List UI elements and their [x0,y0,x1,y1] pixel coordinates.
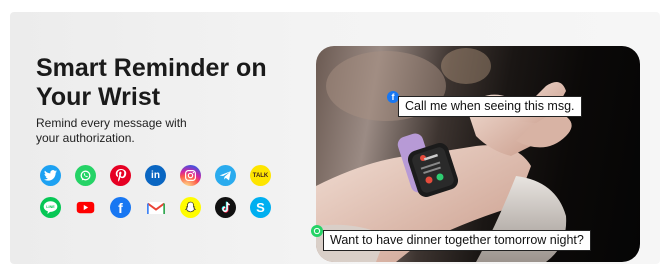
promo-banner: Smart Reminder on Your Wrist Remind ever… [10,12,660,264]
app-icons: in TALK LINE f S [40,165,300,229]
line-icon-text: LINE [46,205,55,209]
headline-line-2: Your Wrist [36,83,161,111]
headline: Smart Reminder on Your Wrist [36,54,296,112]
gmail-icon [145,197,166,218]
linkedin-icon: in [145,165,166,186]
message-bubble-top: Call me when seeing this msg. [398,96,582,117]
telegram-icon [215,165,236,186]
whatsapp-icon [75,165,96,186]
subheadline-line-2: your authorization. [36,131,135,145]
pinterest-icon [110,165,131,186]
subheadline: Remind every message with your authoriza… [36,116,266,146]
whatsapp-badge-icon [311,225,323,237]
skype-icon: S [250,197,271,218]
message-bubble-bottom: Want to have dinner together tomorrow ni… [323,230,591,251]
kakaotalk-icon: TALK [250,165,271,186]
subheadline-line-1: Remind every message with [36,116,187,130]
facebook-icon: f [110,197,131,218]
tiktok-icon [215,197,236,218]
snapchat-icon [180,197,201,218]
twitter-icon [40,165,61,186]
instagram-icon [180,165,201,186]
app-icons-row-2: LINE f S [40,197,300,218]
headline-line-1: Smart Reminder on [36,54,267,82]
line-icon: LINE [40,197,61,218]
youtube-icon [75,197,96,218]
app-icons-row-1: in TALK [40,165,300,186]
